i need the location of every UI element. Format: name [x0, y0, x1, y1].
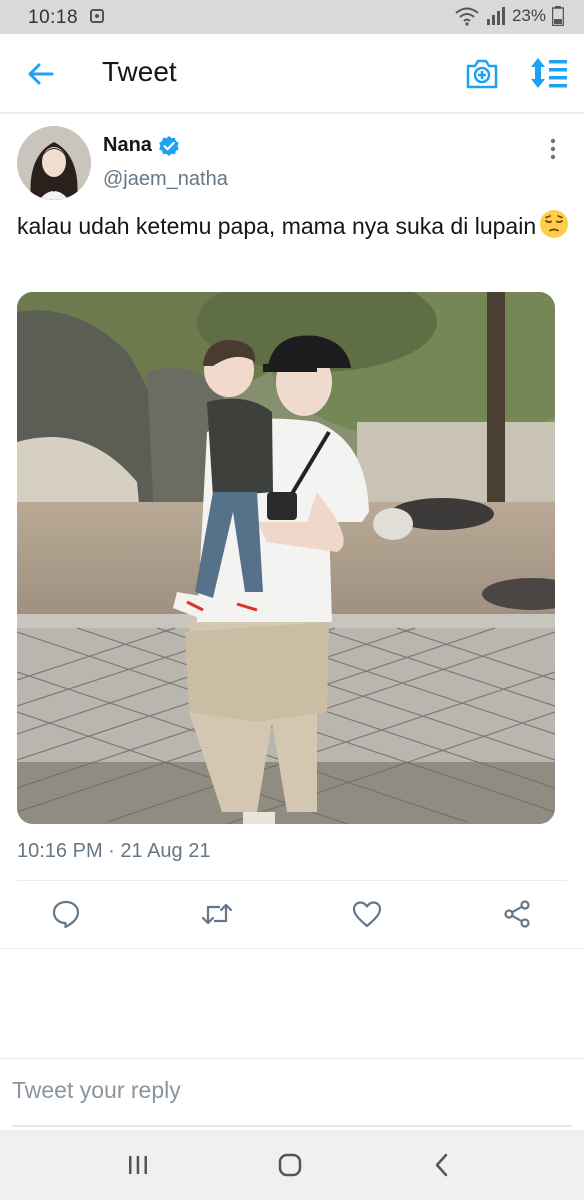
share-button[interactable]: [497, 892, 537, 936]
reply-input[interactable]: Tweet your reply: [12, 1077, 181, 1104]
battery-percent: 23%: [511, 6, 546, 25]
reply-icon: [52, 900, 80, 929]
wifi-icon: [455, 7, 479, 26]
avatar-image: [17, 126, 91, 200]
divider: [17, 880, 567, 881]
like-button[interactable]: [347, 892, 387, 936]
like-icon: [352, 901, 382, 928]
status-bar: 10:18 23%: [0, 0, 584, 34]
sort-button[interactable]: [530, 56, 570, 92]
app-bar: Tweet: [0, 34, 584, 114]
reply-button[interactable]: [46, 892, 86, 936]
tweet-timestamp: 10:16 PM · 21 Aug 21: [17, 840, 211, 862]
notification-icon: [90, 9, 104, 23]
tweet-text-content: kalau udah ketemu papa, mama nya suka di…: [17, 213, 537, 239]
tweet-text: kalau udah ketemu papa, mama nya suka di…: [17, 209, 577, 244]
system-back-button[interactable]: [422, 1148, 462, 1182]
status-indicators: 23%: [454, 6, 564, 26]
page-title: Tweet: [102, 56, 177, 87]
retweet-button[interactable]: [197, 892, 237, 936]
home-button[interactable]: [270, 1148, 310, 1182]
divider: [0, 948, 584, 949]
back-arrow-icon: [28, 63, 54, 85]
verified-badge-icon: [159, 136, 179, 156]
author-handle[interactable]: @jaem_natha: [103, 168, 228, 191]
back-icon: [435, 1153, 448, 1177]
camera-add-icon: [466, 59, 498, 89]
avatar[interactable]: [17, 126, 91, 200]
camera-button[interactable]: [464, 56, 500, 92]
tweet-actions: [0, 892, 584, 938]
recent-apps-icon: [129, 1156, 147, 1174]
recent-apps-button[interactable]: [118, 1148, 158, 1182]
share-icon: [504, 900, 530, 928]
sort-icon: [531, 58, 567, 88]
more-vertical-icon: [550, 138, 556, 160]
more-options-button[interactable]: [542, 136, 564, 164]
system-nav-bar: [0, 1130, 584, 1200]
reply-composer[interactable]: Tweet your reply: [0, 1058, 584, 1130]
pensive-face-icon: [540, 210, 569, 238]
status-time: 10:18: [28, 7, 79, 28]
photo-image: [17, 292, 555, 824]
retweet-icon: [201, 903, 233, 925]
battery-icon: [552, 6, 564, 26]
back-button[interactable]: [22, 56, 58, 92]
author-name[interactable]: Nana: [103, 134, 152, 157]
reply-underline: [12, 1125, 572, 1127]
home-icon: [278, 1153, 302, 1177]
signal-icon: [486, 7, 505, 25]
tweet-photo[interactable]: [17, 292, 555, 824]
